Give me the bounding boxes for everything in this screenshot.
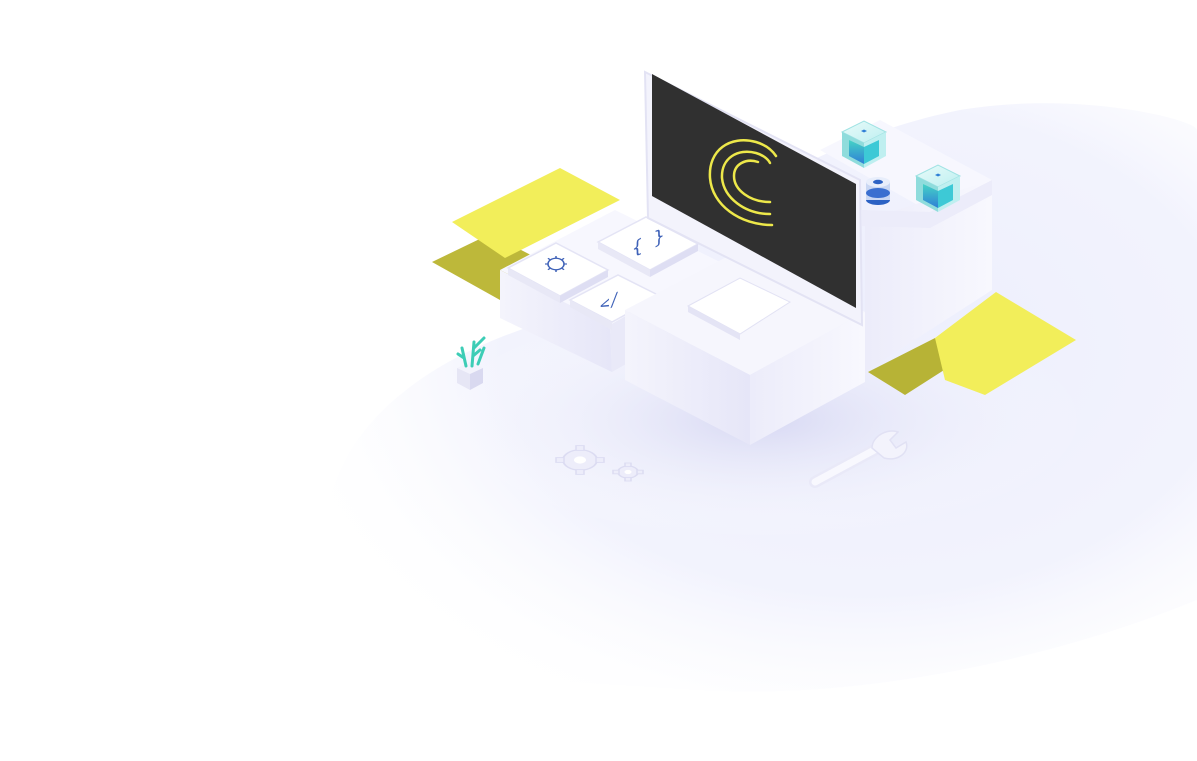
isometric-illustration: { } </ (323, 70, 1197, 692)
database-icon (866, 177, 890, 205)
